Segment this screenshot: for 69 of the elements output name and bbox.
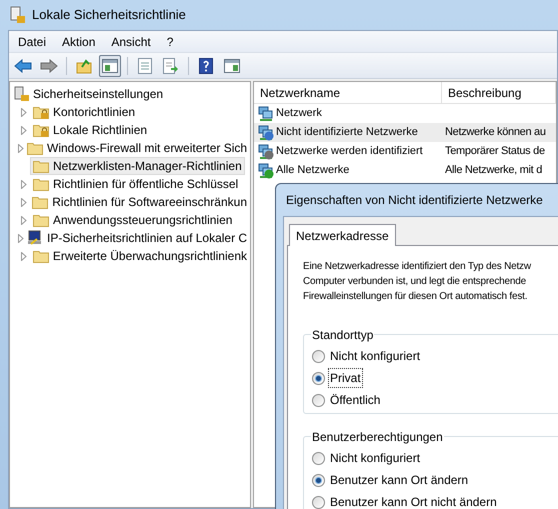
- menu-item[interactable]: Datei: [11, 32, 54, 50]
- network-description: Temporärer Status de: [444, 144, 545, 160]
- radio-label: Nicht konfiguriert: [329, 450, 422, 467]
- column-header[interactable]: Netzwerkname: [254, 82, 442, 103]
- network-icon: [258, 144, 274, 160]
- action-pane-icon: [224, 58, 240, 72]
- radio-button[interactable]: [312, 372, 325, 384]
- radio-button[interactable]: [312, 496, 325, 508]
- back-arrow-icon: [14, 58, 32, 72]
- window-title: Lokale Sicherheitsrichtlinie: [32, 6, 186, 24]
- description-line: Eine Netzwerkadresse identifiziert den Typ des Netzw: [303, 260, 532, 274]
- folder-up-icon: [76, 58, 92, 74]
- radio-button[interactable]: [312, 452, 325, 464]
- folder-icon: [32, 249, 49, 263]
- tree-item[interactable]: Netzwerklisten-Manager-Richtlinien: [30, 157, 245, 175]
- network-icon: [258, 106, 274, 122]
- folder-icon: [27, 141, 43, 155]
- radio-button[interactable]: [312, 474, 325, 486]
- tree-item[interactable]: Sicherheitseinstellungen: [33, 85, 164, 103]
- tree-item[interactable]: Erweiterte Überwachungsrichtlinienk: [30, 247, 250, 265]
- export-list-icon: [163, 58, 179, 74]
- list-row[interactable]: Netzwerk: [254, 104, 556, 123]
- security-settings-icon: [14, 86, 30, 102]
- network-description: Alle Netzwerke, mit d: [444, 163, 542, 178]
- tree-item[interactable]: IP-Sicherheitsrichtlinien auf Lokaler C: [24, 229, 250, 247]
- network-name: Nicht identifizierte Netzwerke: [276, 125, 418, 140]
- radio-label: Öffentlich: [329, 392, 382, 409]
- folder-icon: [32, 195, 48, 209]
- menu-item[interactable]: ?: [160, 32, 180, 50]
- network-description: Netzwerke können au: [444, 125, 546, 140]
- radio-button[interactable]: [312, 394, 325, 406]
- network-name: Alle Netzwerke: [276, 163, 350, 178]
- folder-icon: [33, 177, 49, 191]
- radio-button[interactable]: [312, 350, 325, 362]
- computer-icon: [27, 230, 43, 246]
- description-line: Firewalleinstellungen für diesen Ort automatisch fest.: [303, 290, 528, 304]
- list-row[interactable]: Nicht identifizierte Netzwerke Netzwerke können au: [254, 123, 556, 142]
- console-tree-icon: [102, 58, 118, 72]
- tree-item[interactable]: Kontorichtlinien: [30, 103, 138, 121]
- network-name: Netzwerke werden identifiziert: [276, 144, 423, 160]
- tree-item[interactable]: Windows-Firewall mit erweiterter Sich: [24, 139, 250, 157]
- radio-label: Benutzer kann Ort nicht ändern: [329, 494, 498, 509]
- radio-label: Privat: [329, 369, 362, 387]
- forward-arrow-icon: [40, 58, 58, 72]
- tree-item[interactable]: Richtlinien für Softwareeinschränkun: [29, 193, 250, 211]
- folder-icon: [33, 213, 49, 227]
- menu-item[interactable]: Ansicht: [104, 32, 158, 50]
- column-header[interactable]: Beschreibung: [442, 82, 556, 103]
- toolbar-button[interactable]: [99, 54, 121, 76]
- tree-item[interactable]: Richtlinien für öffentliche Schlüssel: [30, 175, 242, 193]
- folder-icon: [33, 159, 49, 173]
- dialog-title: Eigenschaften von Nicht identifizierte Netzwerke: [286, 192, 543, 209]
- app-icon: [10, 6, 26, 24]
- description-line: Computer verbunden ist, und legt die entsprechende: [303, 275, 527, 289]
- locked-folder-icon: [33, 123, 49, 137]
- radio-label: Benutzer kann Ort ändern: [329, 472, 470, 489]
- locked-folder-icon: [33, 105, 49, 119]
- network-name: Netzwerk: [276, 106, 322, 122]
- tree-item[interactable]: Lokale Richtlinien: [30, 121, 150, 139]
- list-row[interactable]: Alle Netzwerke Alle Netzwerke, mit d: [254, 161, 556, 180]
- help-icon: [199, 58, 213, 74]
- network-icon: [258, 124, 274, 140]
- menu-item[interactable]: Aktion: [55, 32, 102, 50]
- tree-item[interactable]: Anwendungssteuerungsrichtlinien: [30, 211, 236, 229]
- dialog-tab[interactable]: Netzwerkadresse: [289, 224, 396, 246]
- network-icon: [258, 162, 274, 178]
- radio-label: Nicht konfiguriert: [329, 348, 422, 365]
- properties-icon: [138, 58, 152, 74]
- list-row[interactable]: Netzwerke werden identifiziert Temporärer Status de: [254, 142, 556, 161]
